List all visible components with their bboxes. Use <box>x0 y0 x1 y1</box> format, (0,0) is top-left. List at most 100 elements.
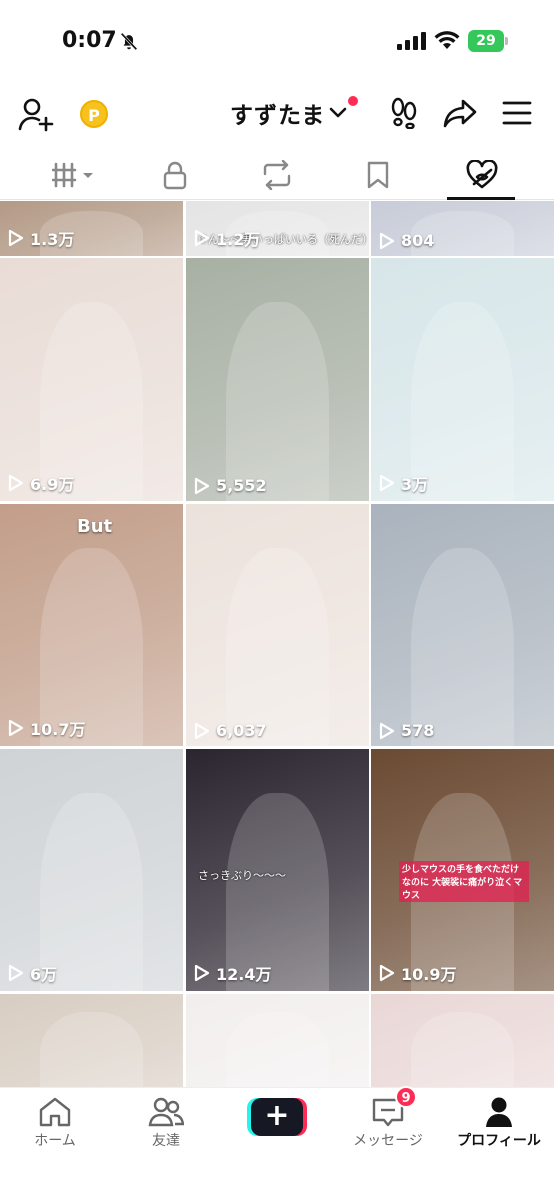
view-count: 804 <box>379 231 434 250</box>
nav-home-label: ホーム <box>34 1133 76 1149</box>
view-count: 5,552 <box>194 476 267 495</box>
view-count: 10.7万 <box>8 716 85 740</box>
video-overlay-text: さっきぶり〜〜〜 <box>198 869 286 882</box>
lock-icon <box>163 161 187 190</box>
video-thumbnail[interactable]: 6,037 <box>186 504 369 746</box>
battery-level: 29 <box>468 30 504 52</box>
video-thumbnail[interactable]: 578 <box>371 504 554 746</box>
heart-hidden-icon <box>466 160 498 189</box>
video-thumbnail[interactable]: さっきぶり〜〜〜 12.4万 <box>186 749 369 991</box>
view-count: 1.2万 <box>194 226 260 250</box>
add-friend-icon[interactable] <box>18 96 54 132</box>
video-thumbnail[interactable]: 少しマウスの手を食べただけなのに 大袈裟に痛がり泣くマウス 10.9万 <box>371 749 554 991</box>
play-icon <box>8 964 24 982</box>
home-icon <box>39 1097 71 1127</box>
view-count: 10.9万 <box>379 961 456 985</box>
view-count-label: 804 <box>401 231 435 250</box>
play-icon <box>194 964 210 982</box>
tab-reposts[interactable] <box>237 150 317 200</box>
chevron-down-icon <box>330 107 347 118</box>
view-count-label: 578 <box>401 721 435 740</box>
view-count-label: 10.7万 <box>30 720 86 739</box>
video-thumbnail[interactable] <box>371 994 554 1087</box>
active-tab-indicator <box>447 197 515 200</box>
video-thumbnail[interactable] <box>186 994 369 1087</box>
view-count-label: 6.9万 <box>30 475 75 494</box>
view-count: 6万 <box>8 961 57 985</box>
grid-icon <box>52 162 93 188</box>
repost-icon <box>263 160 291 190</box>
thumbnail-image <box>226 547 329 746</box>
wifi-icon <box>434 31 460 49</box>
view-count-label: 5,552 <box>216 476 267 495</box>
tab-favorites[interactable] <box>338 150 418 200</box>
view-count: 3万 <box>379 471 428 495</box>
nav-friends[interactable]: 友達 <box>111 1088 221 1158</box>
battery-indicator: 29 <box>468 30 508 52</box>
play-icon <box>194 229 210 247</box>
profile-tabs <box>0 150 554 200</box>
footprints-icon[interactable] <box>390 97 418 129</box>
status-bar: 0:07 29 <box>0 0 554 80</box>
nav-inbox[interactable]: メッセージ <box>333 1088 443 1158</box>
thumbnail-image <box>226 1012 329 1087</box>
bottom-navigation: ホーム 友達 + メッセージ プロフィール <box>0 1087 554 1200</box>
nav-inbox-label: メッセージ <box>353 1133 423 1149</box>
view-count-label: 1.2万 <box>216 230 261 249</box>
tab-private[interactable] <box>135 150 215 200</box>
cellular-signal-icon <box>397 32 426 50</box>
view-count: 6.9万 <box>8 471 74 495</box>
coin-icon[interactable]: P <box>80 100 108 128</box>
thumbnail-image <box>226 301 329 501</box>
tab-liked[interactable] <box>442 150 522 200</box>
play-icon <box>8 474 24 492</box>
video-thumbnail[interactable]: 1.3万 <box>0 201 183 256</box>
view-count-label: 10.9万 <box>401 965 457 984</box>
video-thumbnail[interactable]: 3万 <box>371 258 554 501</box>
video-thumbnail[interactable] <box>0 994 183 1087</box>
video-thumbnail[interactable]: 6.9万 <box>0 258 183 501</box>
plus-icon: + <box>251 1098 303 1136</box>
video-caption: But <box>77 516 113 537</box>
account-switcher[interactable]: すずたま <box>230 98 347 129</box>
video-thumbnail[interactable]: 804 <box>371 201 554 256</box>
tab-videos[interactable] <box>35 150 115 200</box>
username: すずたま <box>230 103 326 129</box>
play-icon <box>379 722 395 739</box>
thumbnail-image <box>411 1012 514 1087</box>
thumbnail-image <box>40 1012 143 1087</box>
view-count-label: 12.4万 <box>216 965 272 984</box>
view-count: 6,037 <box>194 721 267 740</box>
nav-friends-label: 友達 <box>152 1133 180 1149</box>
video-thumbnail[interactable]: 5,552 <box>186 258 369 501</box>
share-icon[interactable] <box>443 98 477 128</box>
create-button[interactable]: + <box>247 1098 307 1136</box>
nav-profile-label: プロフィール <box>457 1133 541 1149</box>
video-thumbnail[interactable]: But 10.7万 <box>0 504 183 746</box>
bookmark-icon <box>367 161 389 189</box>
view-count: 12.4万 <box>194 961 271 985</box>
play-icon <box>379 232 395 249</box>
liked-videos-grid: 1.3万 ①ん〜〜男いっぱいいる（死んだ） 1.2万 804 6.9万 5,552 3万 Bu… <box>0 201 554 1087</box>
menu-icon[interactable] <box>502 100 532 126</box>
nav-home[interactable]: ホーム <box>0 1088 110 1158</box>
view-count-label: 6万 <box>30 965 58 984</box>
friends-icon <box>148 1097 184 1127</box>
nav-profile[interactable]: プロフィール <box>444 1088 554 1158</box>
video-overlay-text: 少しマウスの手を食べただけなのに 大袈裟に痛がり泣くマウス <box>399 861 529 902</box>
play-icon <box>8 719 24 737</box>
play-icon <box>379 474 395 492</box>
inbox-badge: 9 <box>395 1086 417 1108</box>
bell-muted-icon <box>120 32 138 51</box>
notification-dot <box>348 96 358 106</box>
battery-tip <box>505 37 508 45</box>
view-count-label: 6,037 <box>216 721 267 740</box>
view-count-label: 1.3万 <box>30 230 75 249</box>
profile-icon <box>486 1097 512 1127</box>
status-time: 0:07 <box>62 28 117 53</box>
video-thumbnail[interactable]: ①ん〜〜男いっぱいいる（死んだ） 1.2万 <box>186 201 369 256</box>
view-count-label: 3万 <box>401 475 429 494</box>
play-icon <box>379 964 395 982</box>
video-thumbnail[interactable]: 6万 <box>0 749 183 991</box>
view-count: 1.3万 <box>8 226 74 250</box>
